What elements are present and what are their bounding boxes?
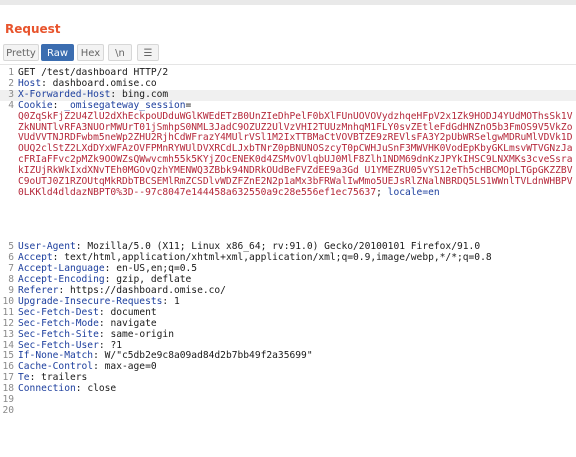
header-line: Sec-Fetch-Site: same-origin xyxy=(18,328,174,340)
header-value: Mozilla/5.0 (X11; Linux x86_64; rv:91.0)… xyxy=(87,241,481,253)
newline-toggle-button[interactable]: \n xyxy=(108,44,132,61)
header-value: bing.com xyxy=(121,88,169,100)
cookie-key: _omisegateway_session xyxy=(64,99,186,111)
header-value: same-origin xyxy=(110,328,174,340)
header-name: Te xyxy=(18,372,30,384)
header-cookie: Cookie: _omisegateway_session= Q0ZqSkFjZ… xyxy=(18,99,573,198)
cookie-locale: locale=en xyxy=(387,186,440,198)
header-value: document xyxy=(110,306,157,318)
cookie-value: Q0ZqSkFjZ2U4ZlU2dXhEckpoUDduWGlKWEdETzB0… xyxy=(18,110,573,198)
header-name: Sec-Fetch-Mode xyxy=(18,317,99,329)
header-value: trailers xyxy=(41,372,88,384)
header-name: Cookie xyxy=(18,99,53,111)
hex-button[interactable]: Hex xyxy=(77,44,104,61)
header-name: Host xyxy=(18,77,42,89)
header-name: Cache-Control xyxy=(18,361,94,373)
header-value: W/"c5db2e9c8a09ad84d2b7bb49f2a35699" xyxy=(104,350,313,362)
header-value: dashboard.omise.co xyxy=(52,77,157,89)
header-name: Upgrade-Insecure-Requests xyxy=(18,295,163,307)
header-name: Connection xyxy=(18,383,76,395)
header-name: User-Agent xyxy=(18,241,76,253)
header-value: gzip, deflate xyxy=(116,274,192,286)
top-border xyxy=(0,0,576,5)
header-name: If-None-Match xyxy=(18,350,94,362)
header-name: Sec-Fetch-Dest xyxy=(18,306,99,318)
pretty-button[interactable]: Pretty xyxy=(3,44,39,61)
header-value: text/html,application/xhtml+xml,applicat… xyxy=(64,252,492,264)
header-value: en-US,en;q=0.5 xyxy=(116,263,198,275)
header-value: navigate xyxy=(110,317,157,329)
header-value: close xyxy=(87,383,117,395)
request-editor[interactable]: 1 GET /test/dashboard HTTP/2 2 Host: das… xyxy=(0,68,576,457)
header-value: ?1 xyxy=(110,339,122,351)
line-number: 20 xyxy=(2,404,14,416)
line-number: 4 xyxy=(8,99,14,111)
header-name: Sec-Fetch-User xyxy=(18,339,99,351)
raw-button[interactable]: Raw xyxy=(41,44,74,61)
view-toolbar: Pretty Raw Hex \n ☰ xyxy=(0,42,576,65)
line-number: 13 xyxy=(2,328,14,340)
menu-icon[interactable]: ☰ xyxy=(137,44,159,61)
header-value: max-age=0 xyxy=(104,361,157,373)
header-line: Connection: close xyxy=(18,383,117,395)
header-line: Sec-Fetch-Mode: navigate xyxy=(18,317,157,329)
panel-title: Request xyxy=(5,22,61,36)
cookie-value-tail: NBPT0%3D--97c8047e144458a632550a9c28e556… xyxy=(87,186,377,198)
header-name: Accept-Encoding xyxy=(18,274,105,286)
header-name: Accept xyxy=(18,252,53,264)
header-value: https://dashboard.omise.co/ xyxy=(70,285,226,296)
header-name: Referer xyxy=(18,285,59,296)
header-name: Sec-Fetch-Site xyxy=(18,328,99,340)
header-line: Cache-Control: max-age=0 xyxy=(18,361,157,373)
header-name: X-Forwarded-Host xyxy=(18,88,111,100)
header-name: Accept-Language xyxy=(18,263,105,275)
header-value: 1 xyxy=(173,295,180,307)
line-number: 12 xyxy=(2,317,14,329)
